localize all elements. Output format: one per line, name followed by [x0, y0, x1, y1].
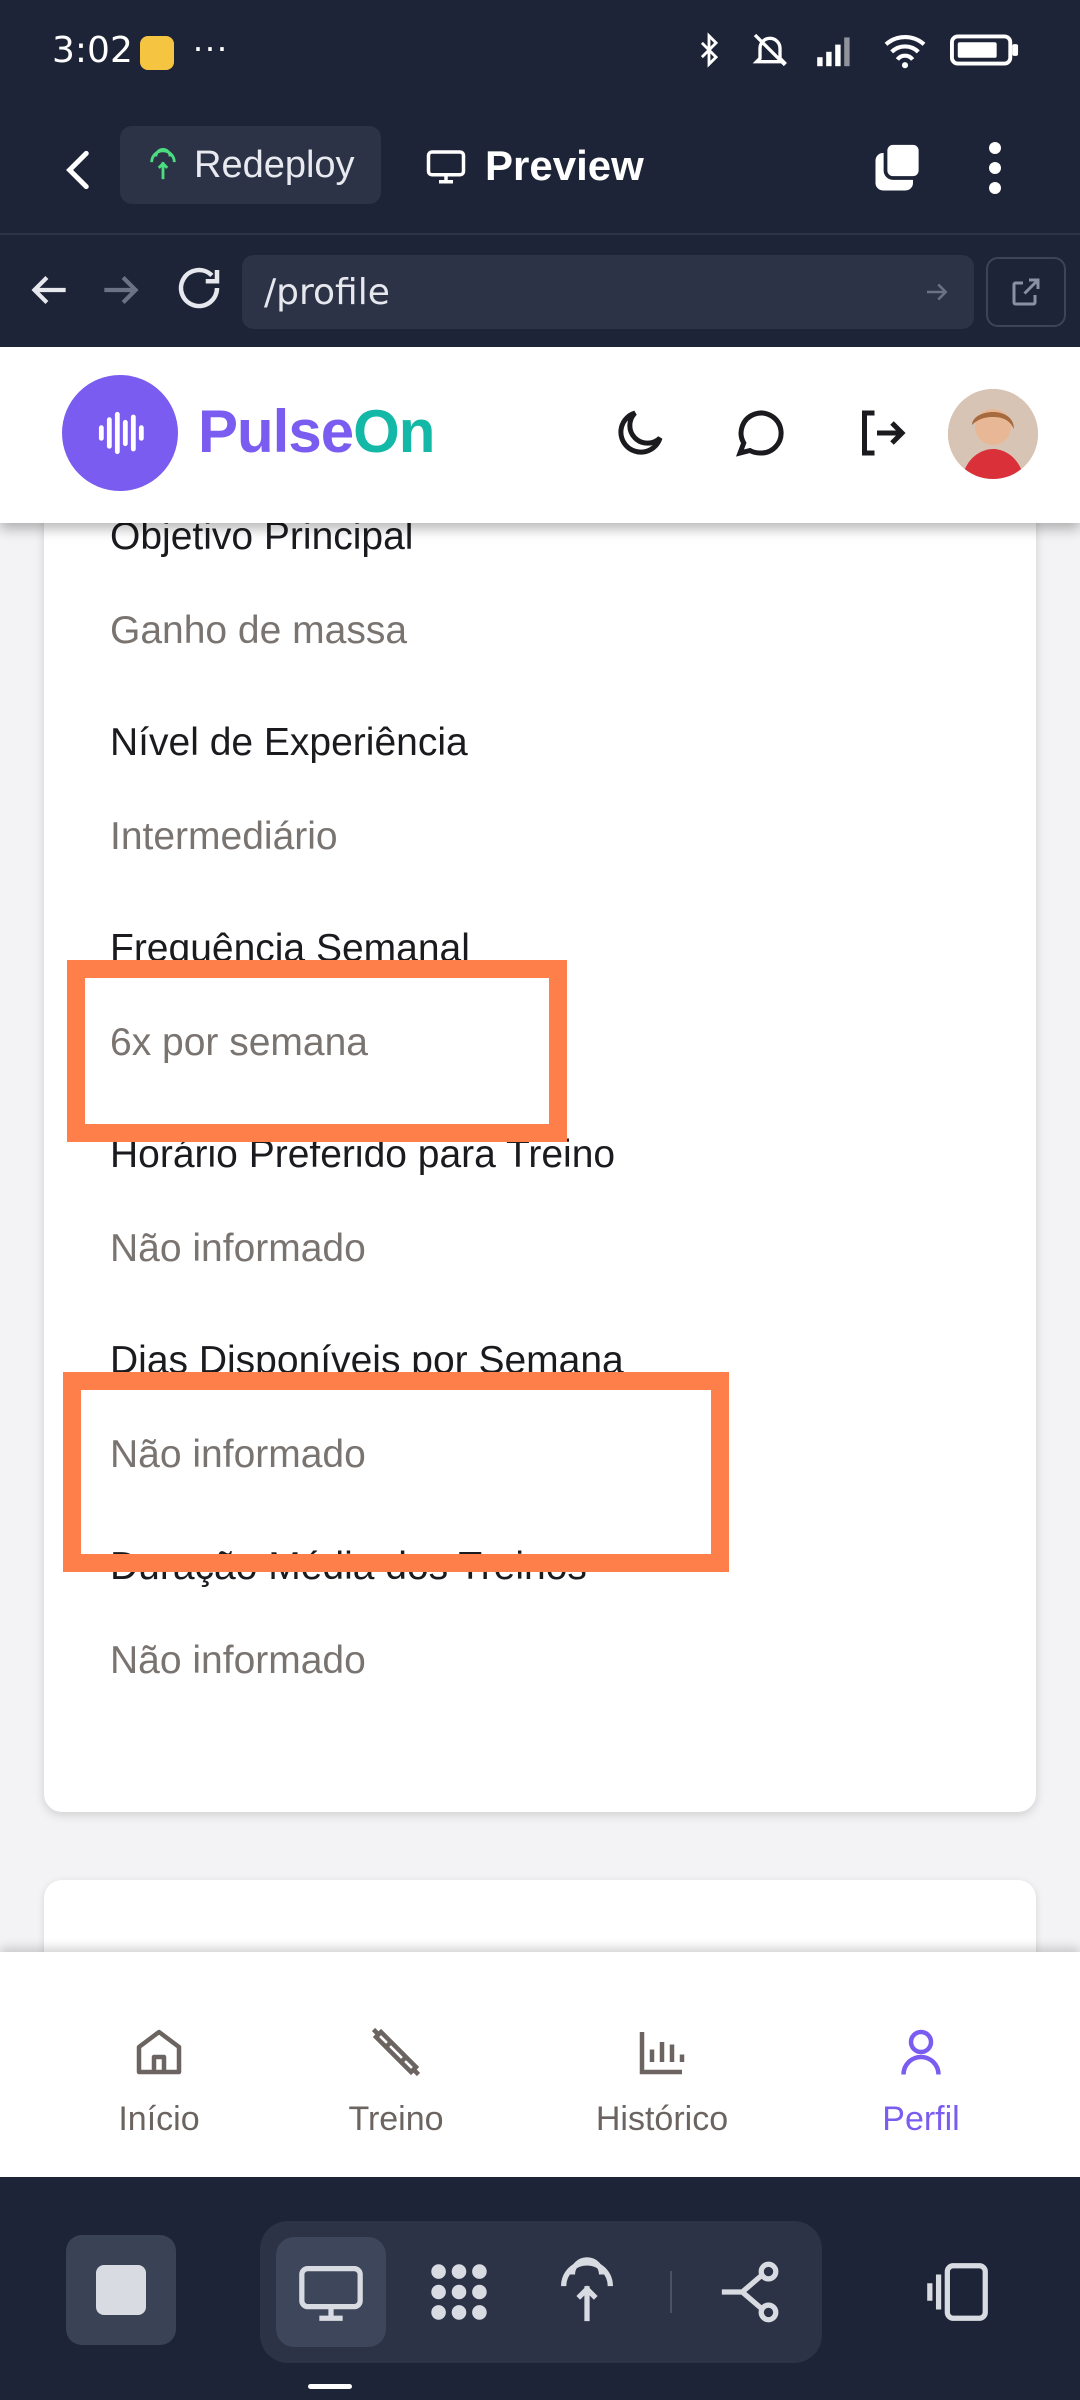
home-indicator[interactable]: [308, 2384, 352, 2389]
workspace-header: Redeploy Preview: [0, 110, 1080, 235]
bluetooth-icon: [700, 32, 719, 68]
highlight-box-frequency: [67, 960, 567, 1142]
bottom-nav: Início Treino Histórico Perfil: [0, 1952, 1080, 2177]
reload-icon[interactable]: [172, 261, 226, 315]
chat-icon[interactable]: [730, 403, 790, 463]
preview-tab[interactable]: Preview: [425, 130, 644, 202]
nav-back-icon[interactable]: [24, 265, 74, 315]
url-text: /profile: [264, 271, 390, 313]
app-viewport: PulseOn Objetivo Principal Ganho de mass…: [0, 347, 1080, 2177]
tool-group: [260, 2221, 822, 2363]
deploy-icon[interactable]: [552, 2257, 622, 2327]
field-value: Não informado: [110, 1227, 366, 1270]
nav-label: Início: [118, 2100, 200, 2138]
nav-label: Perfil: [882, 2100, 960, 2138]
preview-label: Preview: [485, 142, 644, 189]
brand-part-1: Pulse: [198, 398, 354, 465]
brand-name: PulseOn: [198, 397, 435, 466]
monitor-icon: [426, 150, 466, 184]
system-icons: [692, 30, 1020, 70]
wifi-icon: [884, 34, 926, 69]
highlight-box-available-days: [63, 1372, 729, 1572]
user-icon: [901, 2029, 941, 2075]
redeploy-button[interactable]: Redeploy: [120, 126, 381, 204]
pulseon-logo[interactable]: [62, 375, 178, 491]
go-arrow-icon[interactable]: [922, 277, 952, 307]
apps-grid-icon[interactable]: [424, 2257, 494, 2327]
nav-item-inicio[interactable]: Início: [59, 2022, 259, 2139]
more-options-icon[interactable]: [980, 138, 1010, 198]
brand-part-2: On: [353, 398, 435, 465]
nav-label: Histórico: [595, 2100, 729, 2138]
url-input[interactable]: /profile: [242, 255, 974, 329]
nav-forward-icon[interactable]: [96, 265, 146, 315]
toolbar-divider: [670, 2271, 672, 2313]
status-time: 3:02: [52, 30, 133, 71]
side-panel-icon[interactable]: [924, 2257, 994, 2327]
nav-item-perfil[interactable]: Perfil: [821, 2022, 1021, 2139]
profile-field: Horário Preferido para Treino Não inform…: [110, 1133, 615, 1271]
profile-field: Nível de Experiência Intermediário: [110, 721, 468, 859]
logout-icon[interactable]: [852, 403, 912, 463]
stop-icon: [96, 2265, 146, 2315]
status-overflow: ···: [192, 26, 228, 67]
field-value: Intermediário: [110, 815, 338, 858]
back-icon[interactable]: [55, 140, 105, 200]
waveform-icon: [98, 411, 144, 455]
open-external-button[interactable]: [986, 257, 1066, 327]
battery-icon: [950, 34, 1019, 66]
nav-item-treino[interactable]: Treino: [296, 2022, 496, 2139]
deploy-icon: [150, 148, 176, 180]
dark-mode-icon[interactable]: [610, 403, 670, 463]
field-label: Nível de Experiência: [110, 721, 468, 764]
stop-button[interactable]: [66, 2235, 176, 2345]
tabs-icon[interactable]: [868, 138, 928, 198]
status-bar: 3:02 ···: [0, 0, 1080, 110]
git-branch-icon[interactable]: [716, 2257, 786, 2327]
nav-item-historico[interactable]: Histórico: [562, 2022, 762, 2139]
redeploy-label: Redeploy: [194, 143, 355, 186]
field-value: Não informado: [110, 1639, 366, 1682]
profile-field: Objetivo Principal Ganho de massa: [110, 515, 413, 653]
url-bar: /profile: [0, 235, 1080, 347]
app-top-bar: PulseOn: [0, 347, 1080, 523]
field-value: Ganho de massa: [110, 609, 408, 652]
dumbbell-icon: [371, 2027, 421, 2077]
nav-label: Treino: [348, 2100, 444, 2138]
home-icon: [136, 2029, 182, 2075]
mute-icon: [752, 33, 788, 67]
workspace-toolbar: [0, 2177, 1080, 2400]
monitor-icon: [299, 2266, 363, 2321]
user-avatar[interactable]: [948, 389, 1038, 479]
bar-chart-icon: [639, 2032, 685, 2075]
notification-app-icon: [140, 36, 174, 70]
signal-icon: [817, 37, 850, 67]
external-link-icon: [1012, 278, 1040, 306]
